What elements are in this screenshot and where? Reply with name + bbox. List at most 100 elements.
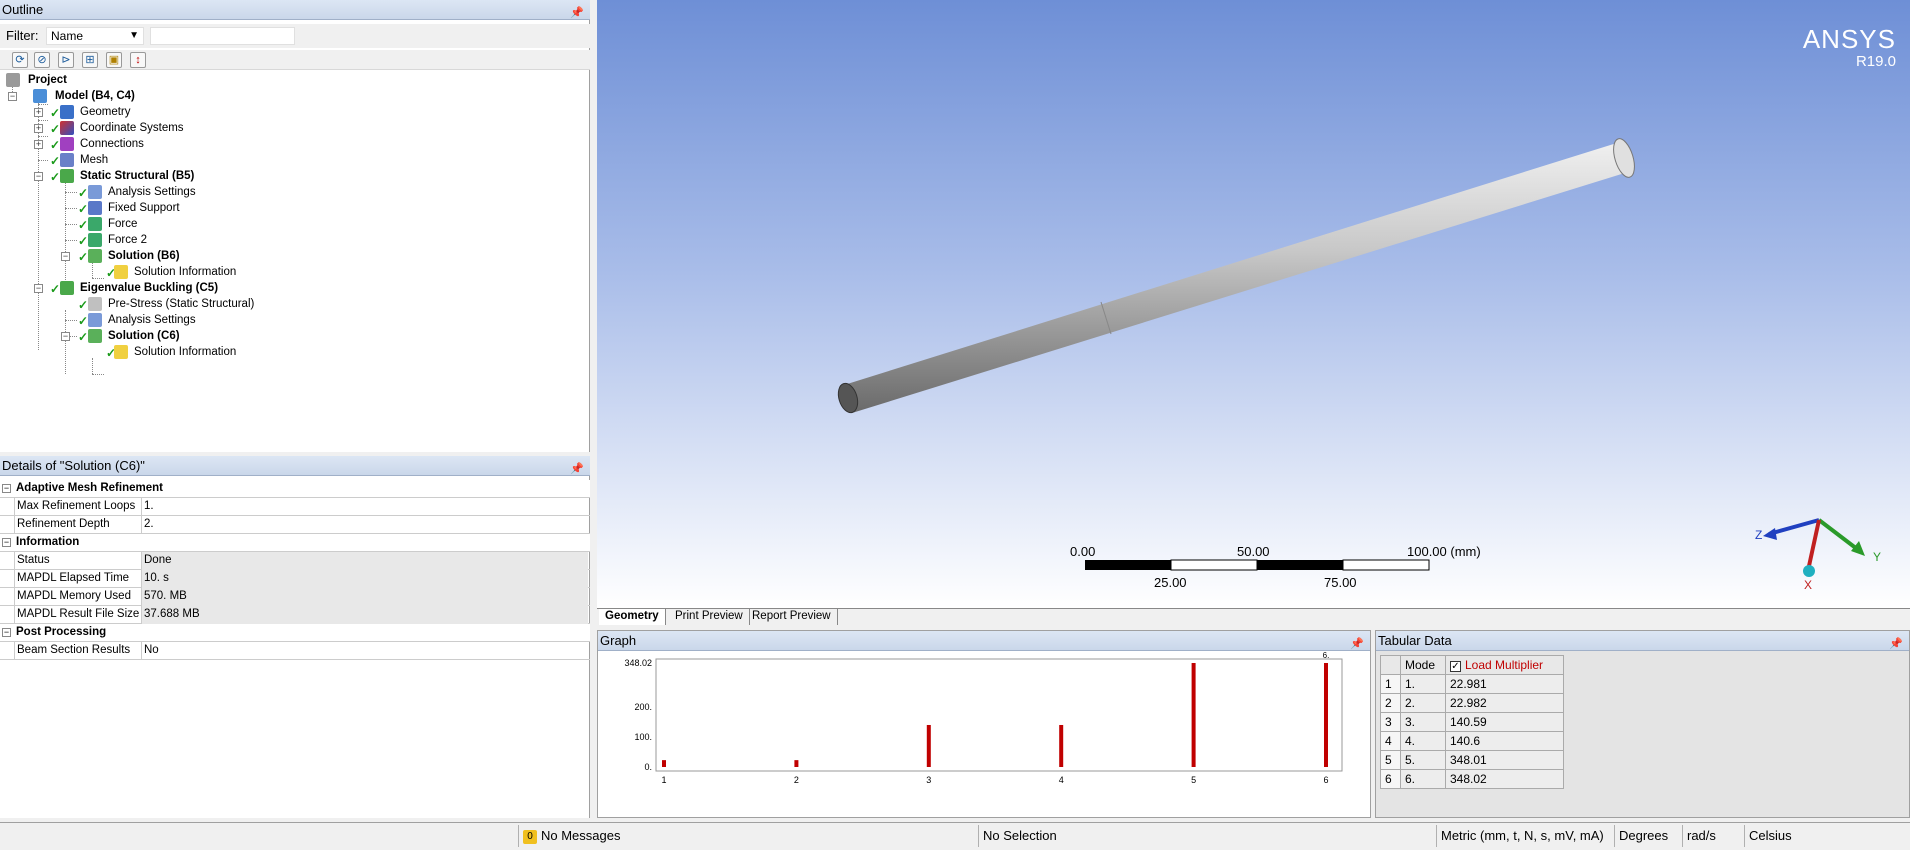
table-row[interactable]: 5 5. 348.01 bbox=[1380, 750, 1564, 770]
details-row[interactable]: Beam Section Results No bbox=[0, 642, 590, 660]
check-icon: ✓ bbox=[50, 154, 61, 168]
tab-geometry[interactable]: Geometry bbox=[599, 609, 666, 625]
load-multiplier-cell[interactable]: 348.02 bbox=[1445, 769, 1564, 789]
mode-cell[interactable]: 5. bbox=[1400, 750, 1446, 770]
model-view[interactable] bbox=[597, 0, 1910, 608]
unit-system[interactable]: Metric (mm, t, N, s, mV, mA) bbox=[1436, 825, 1614, 847]
bar-mode-2[interactable] bbox=[794, 760, 799, 767]
bar-mode-3[interactable] bbox=[926, 724, 931, 767]
buckling-chart[interactable]: 348.02 200. 100. 0. 1 2 3 4 5 6 6. bbox=[598, 651, 1370, 817]
table-row[interactable]: 3 3. 140.59 bbox=[1380, 712, 1564, 732]
details-row[interactable]: Refinement Depth 2. bbox=[0, 516, 590, 534]
details-value[interactable]: 2. bbox=[142, 516, 588, 534]
fixed-support-icon bbox=[88, 201, 102, 215]
table-row[interactable]: 1 1. 22.981 bbox=[1380, 674, 1564, 694]
expand-icon[interactable]: + bbox=[34, 108, 43, 117]
triad-origin bbox=[1803, 565, 1815, 577]
tree-connect-icon[interactable]: ⊳ bbox=[58, 52, 74, 68]
x-tick-label: 4 bbox=[1059, 775, 1064, 785]
collapse-icon[interactable]: − bbox=[2, 538, 11, 547]
clear-icon[interactable]: ⊘ bbox=[34, 52, 50, 68]
coordinate-systems-icon bbox=[60, 121, 74, 135]
bar-mode-1[interactable] bbox=[662, 760, 666, 767]
mode-cell[interactable]: 4. bbox=[1400, 731, 1446, 751]
mode-cell[interactable]: 6. bbox=[1400, 769, 1446, 789]
check-icon: ✓ bbox=[78, 298, 89, 312]
force-icon bbox=[88, 233, 102, 247]
analysis-settings-icon bbox=[88, 313, 102, 327]
tree-label: Force 2 bbox=[108, 234, 147, 246]
collapse-icon[interactable]: − bbox=[34, 284, 43, 293]
folder-icon[interactable]: ▣ bbox=[106, 52, 122, 68]
scale-label: 25.00 bbox=[1154, 575, 1187, 590]
mode-cell[interactable]: 1. bbox=[1400, 674, 1446, 694]
expand-icon[interactable]: + bbox=[34, 140, 43, 149]
angle-unit[interactable]: Degrees bbox=[1614, 825, 1682, 847]
messages-status[interactable]: 0 No Messages bbox=[518, 825, 770, 847]
graph-title: Graph bbox=[600, 633, 637, 648]
details-value[interactable]: No bbox=[142, 642, 588, 660]
tabular-data-panel: Tabular Data 📌 Mode ✓ Load Multiplier 1 1.… bbox=[1375, 630, 1910, 818]
tree-label: Connections bbox=[80, 138, 144, 150]
details-key: MAPDL Memory Used bbox=[14, 588, 142, 606]
collapse-icon[interactable]: − bbox=[61, 252, 70, 261]
row-number: 3 bbox=[1380, 712, 1401, 732]
collapse-icon[interactable]: − bbox=[2, 628, 11, 637]
collapse-icon[interactable]: − bbox=[61, 332, 70, 341]
project-icon bbox=[6, 73, 20, 87]
expand-all-icon[interactable]: ⊞ bbox=[82, 52, 98, 68]
z-axis-label: Z bbox=[1755, 528, 1763, 542]
load-multiplier-cell[interactable]: 140.6 bbox=[1445, 731, 1564, 751]
refresh-icon[interactable]: ⟳ bbox=[12, 52, 28, 68]
group-post-processing[interactable]: − Post Processing bbox=[0, 624, 590, 642]
tab-print-preview[interactable]: Print Preview bbox=[669, 609, 750, 625]
mesh-icon bbox=[60, 153, 74, 167]
y-tick-label: 100. bbox=[634, 732, 652, 742]
check-icon: ✓ bbox=[78, 314, 89, 328]
collapse-icon[interactable]: − bbox=[8, 92, 17, 101]
pin-icon[interactable]: 📌 bbox=[570, 459, 584, 479]
outline-panel: Outline 📌 Filter: Name ▼ ⟳ ⊘ ⊳ ⊞ ▣ ↕ Pro… bbox=[0, 0, 590, 452]
collapse-icon[interactable]: − bbox=[34, 172, 43, 181]
load-multiplier-cell[interactable]: 348.01 bbox=[1445, 750, 1564, 770]
eigenvalue-buckling-icon bbox=[60, 281, 74, 295]
rate-unit[interactable]: rad/s bbox=[1682, 825, 1744, 847]
table-row[interactable]: 2 2. 22.982 bbox=[1380, 693, 1564, 713]
tree-label: Analysis Settings bbox=[108, 186, 196, 198]
details-title: Details of "Solution (C6)" bbox=[2, 458, 145, 473]
sort-icon[interactable]: ↕ bbox=[130, 52, 146, 68]
table-row[interactable]: 4 4. 140.6 bbox=[1380, 731, 1564, 751]
checkbox-icon[interactable]: ✓ bbox=[1450, 661, 1461, 672]
details-row[interactable]: Max Refinement Loops 1. bbox=[0, 498, 590, 516]
details-row: MAPDL Elapsed Time 10. s bbox=[0, 570, 590, 588]
load-multiplier-cell[interactable]: 140.59 bbox=[1445, 712, 1564, 732]
mode-header[interactable]: Mode bbox=[1400, 655, 1446, 675]
check-icon: ✓ bbox=[78, 250, 89, 264]
rod-model[interactable] bbox=[835, 136, 1638, 415]
details-row: Status Done bbox=[0, 552, 590, 570]
graphics-viewport[interactable]: ANSYS R19.0 0.00 50.00 100.00 (mm) 25.00… bbox=[597, 0, 1910, 608]
pin-icon[interactable]: 📌 bbox=[570, 3, 584, 23]
load-multiplier-header[interactable]: ✓ Load Multiplier bbox=[1445, 655, 1564, 675]
collapse-icon[interactable]: − bbox=[2, 484, 11, 493]
table-row[interactable]: 6 6. 348.02 bbox=[1380, 769, 1564, 789]
details-key: Refinement Depth bbox=[14, 516, 142, 534]
tab-report-preview[interactable]: Report Preview bbox=[746, 609, 838, 625]
temperature-unit[interactable]: Celsius bbox=[1744, 825, 1824, 847]
tree-label: Force bbox=[108, 218, 138, 230]
expand-icon[interactable]: + bbox=[34, 124, 43, 133]
mode-cell[interactable]: 2. bbox=[1400, 693, 1446, 713]
pin-icon[interactable]: 📌 bbox=[1889, 634, 1903, 654]
load-multiplier-cell[interactable]: 22.982 bbox=[1445, 693, 1564, 713]
group-information[interactable]: − Information bbox=[0, 534, 590, 552]
bar-mode-6[interactable] bbox=[1324, 663, 1328, 767]
bar-mode-5[interactable] bbox=[1191, 663, 1196, 767]
filter-input[interactable] bbox=[150, 27, 295, 45]
details-value[interactable]: 1. bbox=[142, 498, 588, 516]
group-adaptive-mesh-refinement[interactable]: − Adaptive Mesh Refinement bbox=[0, 480, 590, 498]
mode-cell[interactable]: 3. bbox=[1400, 712, 1446, 732]
bar-mode-4[interactable] bbox=[1059, 724, 1064, 767]
graph-panel: Graph 📌 348.02 200. 100. 0. 1 2 3 4 5 6 6. bbox=[597, 630, 1371, 818]
load-multiplier-cell[interactable]: 22.981 bbox=[1445, 674, 1564, 694]
filter-select[interactable]: Name ▼ bbox=[46, 27, 144, 45]
